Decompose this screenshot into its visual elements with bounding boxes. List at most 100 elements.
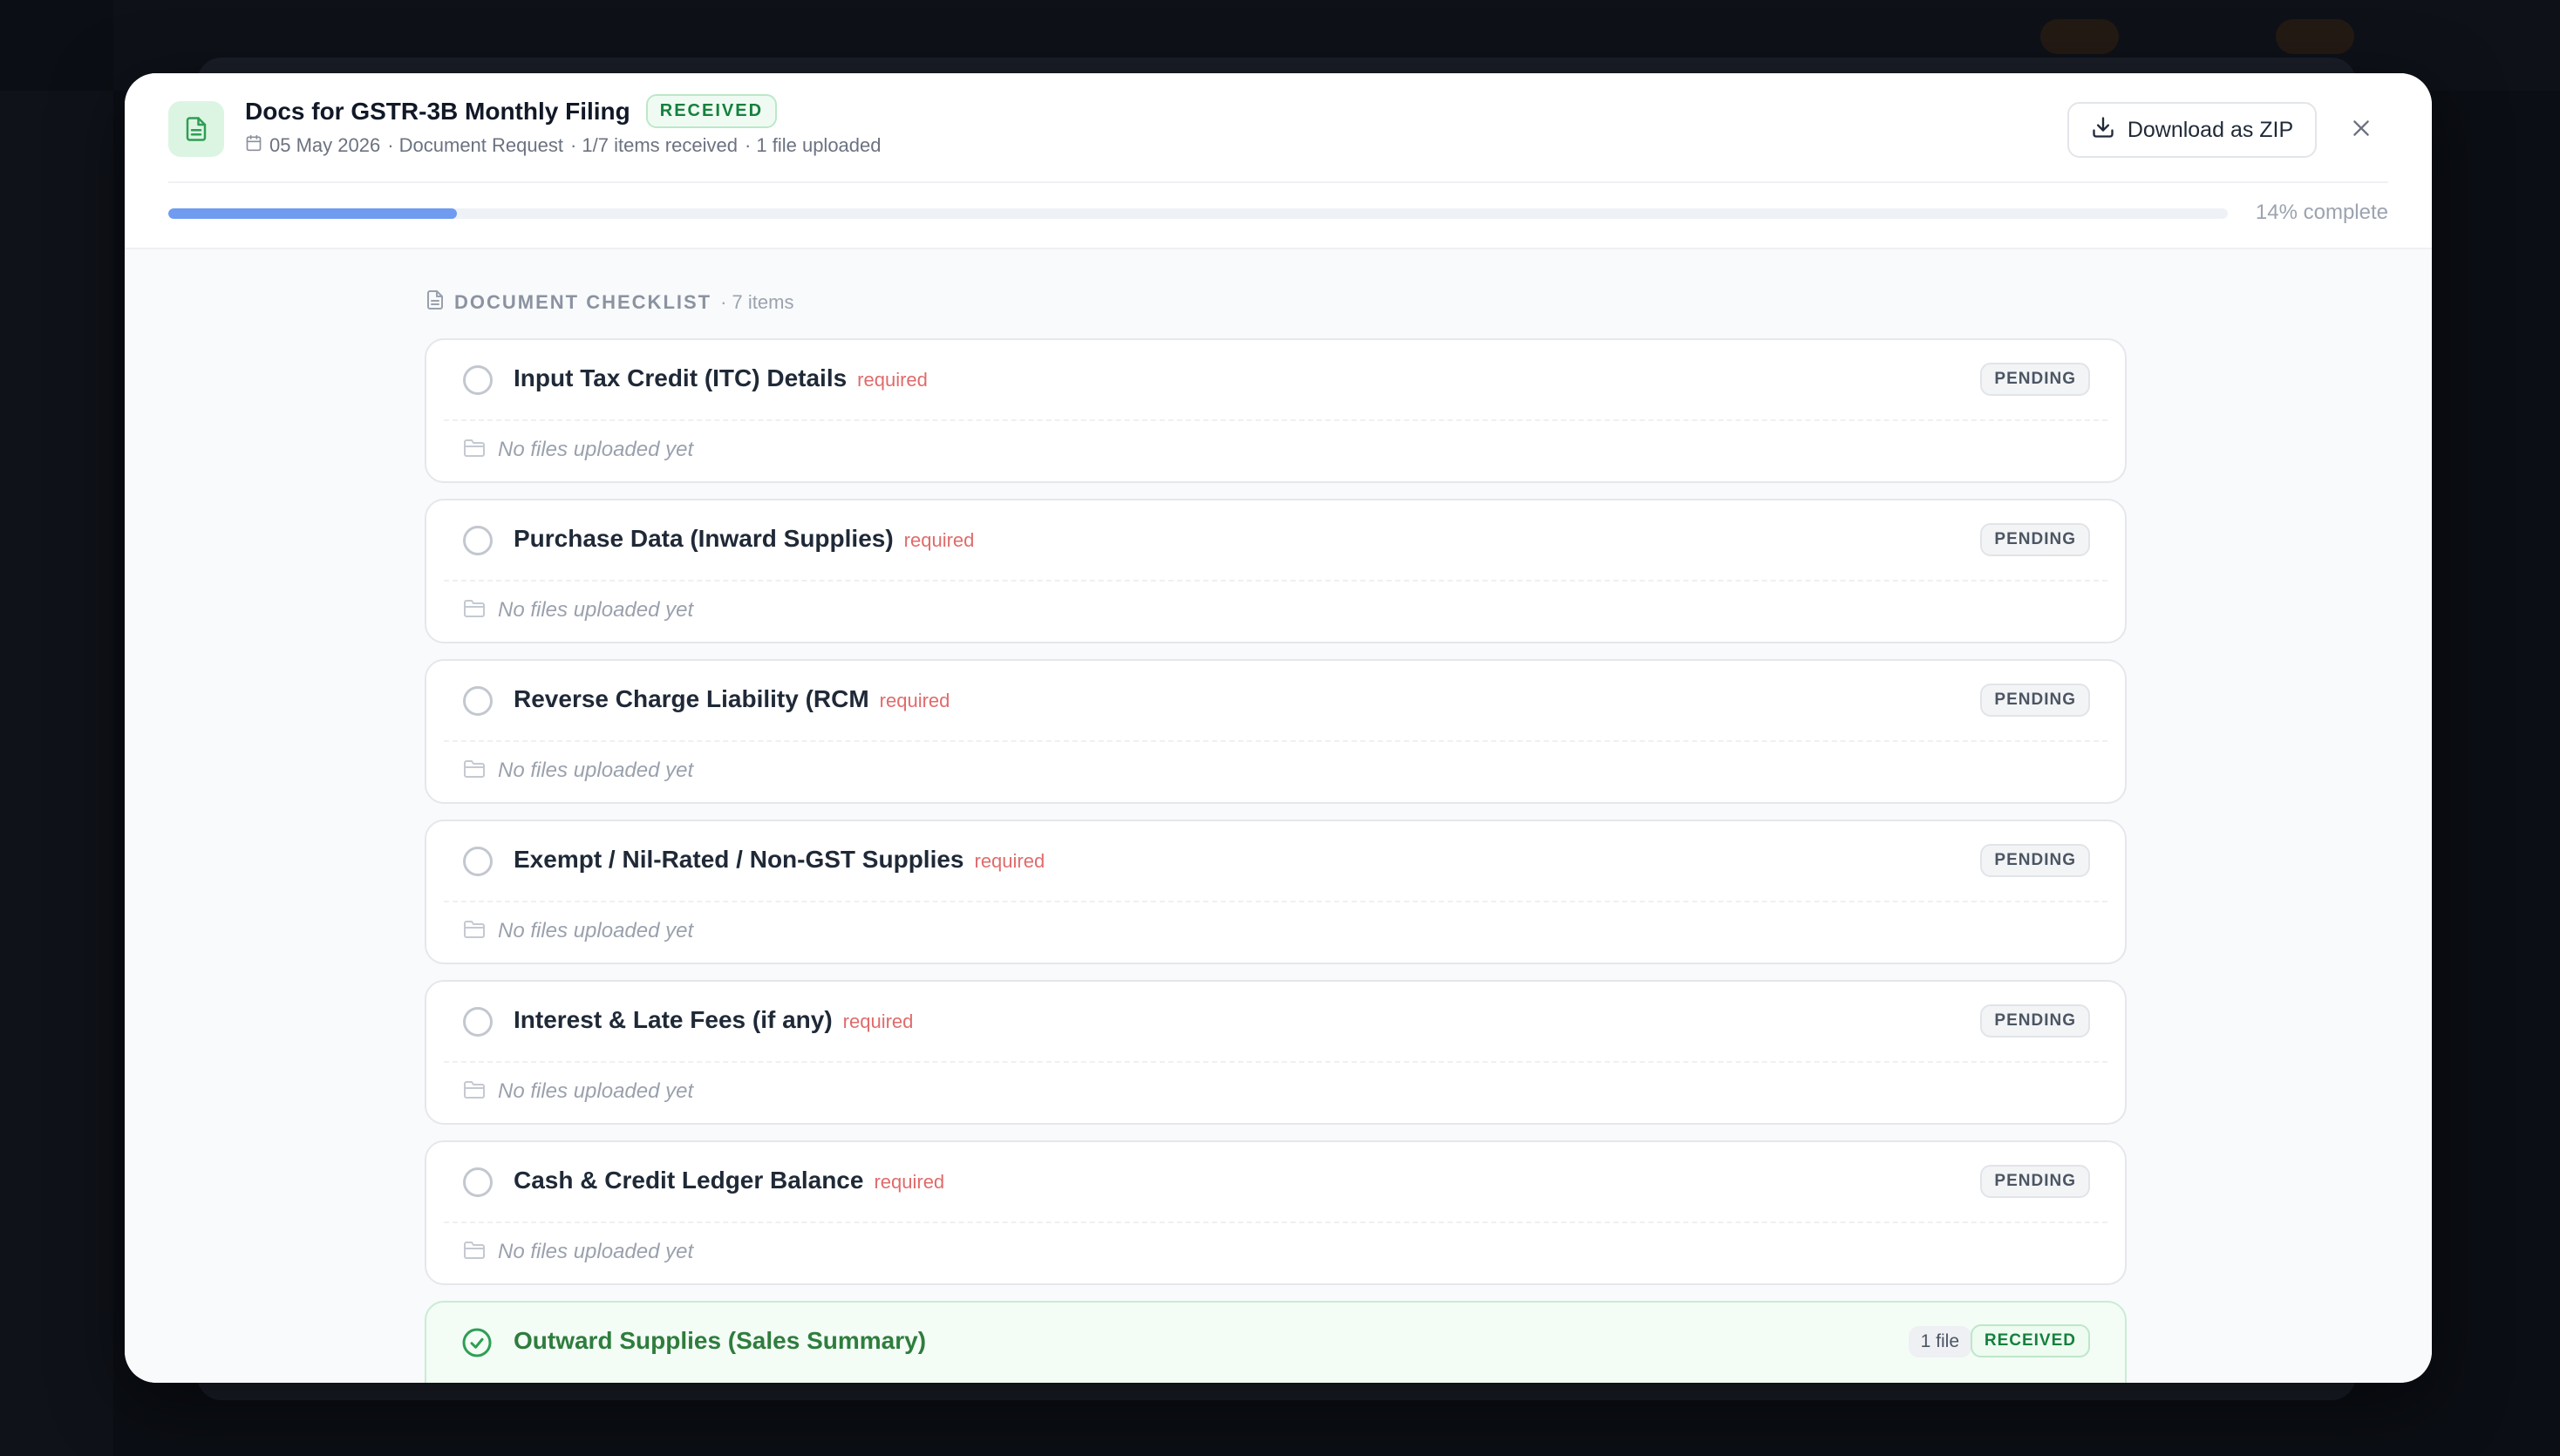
checklist-item[interactable]: Outward Supplies (Sales Summary) 1 file … — [425, 1301, 2127, 1383]
empty-files-text: No files uploaded yet — [498, 759, 694, 782]
checklist-item-header: Reverse Charge Liability (RCM required P… — [426, 661, 2125, 741]
item-divider — [444, 1061, 2107, 1063]
items-received: · 1/7 items received — [569, 134, 738, 156]
checklist-item-header: Cash & Credit Ledger Balance required PE… — [426, 1142, 2125, 1222]
background-avatar — [2040, 19, 2119, 54]
checklist-count: · 7 items — [720, 290, 794, 313]
required-label: required — [974, 850, 1045, 872]
item-name: Cash & Credit Ledger Balance — [514, 1167, 864, 1194]
files-uploaded: · 1 file uploaded — [744, 134, 882, 156]
checklist-item[interactable]: Interest & Late Fees (if any) required P… — [425, 980, 2127, 1125]
progress-label: 14% complete — [2255, 201, 2388, 224]
folder-icon — [463, 599, 486, 623]
checkbox-circle-icon[interactable] — [463, 526, 493, 555]
status-badge: RECEIVED — [645, 94, 778, 128]
checklist-item[interactable]: Cash & Credit Ledger Balance required PE… — [425, 1140, 2127, 1285]
modal-header: Docs for GSTR-3B Monthly Filing RECEIVED… — [125, 73, 2432, 248]
close-button[interactable] — [2343, 112, 2380, 148]
checkbox-circle-icon[interactable] — [463, 1007, 493, 1037]
item-name: Reverse Charge Liability (RCM — [514, 685, 869, 712]
status-badge: PENDING — [1980, 1004, 2090, 1038]
document-request-modal: Docs for GSTR-3B Monthly Filing RECEIVED… — [125, 73, 2432, 1383]
checklist-item[interactable]: Input Tax Credit (ITC) Details required … — [425, 338, 2127, 483]
status-badge: PENDING — [1980, 363, 2090, 396]
required-label: required — [903, 529, 975, 551]
item-divider — [444, 901, 2107, 902]
item-name: Interest & Late Fees (if any) — [514, 1006, 833, 1033]
checklist-header: DOCUMENT CHECKLIST · 7 items — [425, 289, 793, 315]
modal-body: DOCUMENT CHECKLIST · 7 items Input Tax C… — [125, 248, 2432, 1383]
checklist-item[interactable]: Purchase Data (Inward Supplies) required… — [425, 499, 2127, 643]
checkbox-circle-icon[interactable] — [463, 1167, 493, 1197]
checklist-item-header: Outward Supplies (Sales Summary) 1 file … — [426, 1303, 2125, 1383]
item-label: Outward Supplies (Sales Summary) — [514, 1327, 926, 1355]
download-icon — [2091, 115, 2115, 146]
status-badge: PENDING — [1980, 684, 2090, 717]
empty-files-text: No files uploaded yet — [498, 1079, 694, 1103]
item-label: Cash & Credit Ledger Balance required — [514, 1167, 944, 1194]
checkbox-circle-icon[interactable] — [463, 365, 493, 395]
item-files: No files uploaded yet — [463, 919, 693, 943]
checklist-title: DOCUMENT CHECKLIST — [454, 290, 712, 313]
checklist-item-header: Input Tax Credit (ITC) Details required … — [426, 340, 2125, 420]
item-files: No files uploaded yet — [463, 1079, 693, 1104]
file-count-badge[interactable]: 1 file — [1908, 1326, 1971, 1357]
empty-files-text: No files uploaded yet — [498, 438, 694, 461]
required-label: required — [857, 369, 928, 391]
folder-icon — [463, 759, 486, 783]
folder-icon — [463, 439, 486, 462]
page-title: Docs for GSTR-3B Monthly Filing — [245, 97, 630, 125]
folder-icon — [463, 1080, 486, 1104]
checklist-item[interactable]: Reverse Charge Liability (RCM required P… — [425, 659, 2127, 804]
checklist-item-header: Purchase Data (Inward Supplies) required… — [426, 500, 2125, 581]
download-label: Download as ZIP — [2127, 117, 2294, 142]
check-circle-icon — [461, 1327, 493, 1358]
item-files: No files uploaded yet — [463, 598, 693, 623]
required-label: required — [842, 1010, 914, 1032]
empty-files-text: No files uploaded yet — [498, 919, 694, 942]
checkbox-circle-icon[interactable] — [463, 686, 493, 716]
progress-bar — [168, 208, 2228, 219]
download-zip-button[interactable]: Download as ZIP — [2067, 102, 2317, 158]
item-files: No files uploaded yet — [463, 1240, 693, 1264]
required-label: required — [874, 1171, 945, 1193]
request-type: · Document Request — [387, 134, 563, 156]
item-label: Reverse Charge Liability (RCM required — [514, 685, 950, 713]
checkbox-circle-icon[interactable] — [463, 847, 493, 876]
header-divider — [168, 181, 2388, 183]
status-badge: PENDING — [1980, 844, 2090, 877]
close-icon — [2350, 117, 2373, 144]
document-icon — [168, 101, 224, 157]
background-avatar — [2276, 19, 2354, 54]
item-name: Input Tax Credit (ITC) Details — [514, 364, 848, 391]
item-label: Purchase Data (Inward Supplies) required — [514, 525, 974, 553]
document-icon — [425, 289, 446, 315]
item-label: Input Tax Credit (ITC) Details required — [514, 364, 928, 392]
status-badge: PENDING — [1980, 1165, 2090, 1198]
item-divider — [444, 1221, 2107, 1223]
required-label: required — [879, 690, 950, 711]
empty-files-text: No files uploaded yet — [498, 598, 694, 622]
status-badge: PENDING — [1980, 523, 2090, 556]
background-sidebar — [0, 91, 113, 1456]
checklist-item[interactable]: Exempt / Nil-Rated / Non-GST Supplies re… — [425, 820, 2127, 964]
folder-icon — [463, 920, 486, 943]
item-divider — [444, 419, 2107, 421]
item-name: Outward Supplies (Sales Summary) — [514, 1327, 927, 1354]
request-date: 05 May 2026 — [269, 134, 381, 156]
empty-files-text: No files uploaded yet — [498, 1240, 694, 1263]
item-label: Exempt / Nil-Rated / Non-GST Supplies re… — [514, 846, 1045, 874]
item-name: Exempt / Nil-Rated / Non-GST Supplies — [514, 846, 964, 873]
meta-row: 05 May 2026 · Document Request · 1/7 ite… — [245, 134, 882, 157]
progress-fill — [168, 208, 457, 219]
item-divider — [444, 580, 2107, 582]
item-files: No files uploaded yet — [463, 759, 693, 783]
folder-icon — [463, 1241, 486, 1264]
calendar-icon — [245, 134, 262, 157]
item-name: Purchase Data (Inward Supplies) — [514, 525, 894, 552]
item-label: Interest & Late Fees (if any) required — [514, 1006, 913, 1034]
item-files: No files uploaded yet — [463, 438, 693, 462]
title-row: Docs for GSTR-3B Monthly Filing RECEIVED — [245, 94, 778, 128]
status-badge: RECEIVED — [1970, 1324, 2090, 1357]
checklist-item-header: Exempt / Nil-Rated / Non-GST Supplies re… — [426, 821, 2125, 901]
